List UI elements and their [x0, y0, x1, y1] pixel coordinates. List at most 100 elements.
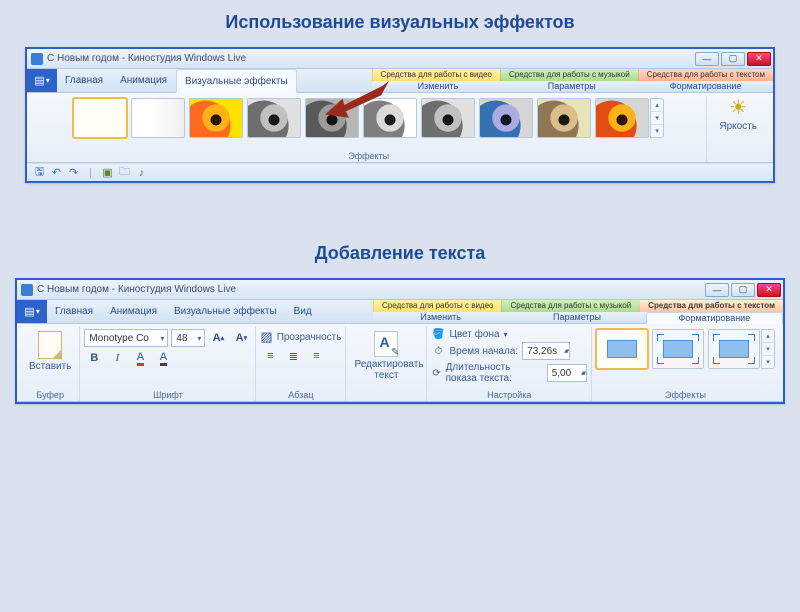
- contextual-header-music: Средства для работы с музыкой: [500, 69, 638, 81]
- effect-thumb-fade-white[interactable]: [131, 98, 185, 138]
- tab-video-edit[interactable]: Изменить: [373, 312, 509, 324]
- paste-label: Вставить: [29, 361, 71, 372]
- qat-folder-icon[interactable]: 🗀: [118, 166, 131, 179]
- app-icon: [21, 284, 33, 296]
- contextual-header-music: Средства для работы с музыкой: [501, 300, 639, 312]
- transparency-icon: ▨: [260, 329, 272, 345]
- quick-access-toolbar: 🖫 ↶ ↷ | ▣ 🗀 ♪: [27, 163, 773, 181]
- close-button[interactable]: ✕: [747, 52, 771, 66]
- outline-color-button[interactable]: A: [153, 349, 173, 367]
- contextual-header-text: Средства для работы с текстом: [639, 300, 783, 312]
- app-icon: [31, 53, 43, 65]
- transparency-button[interactable]: ▨ Прозрачность: [260, 329, 341, 345]
- effect-thumb-warm[interactable]: [595, 98, 649, 138]
- minimize-button[interactable]: —: [695, 52, 719, 66]
- paint-icon: 🪣: [431, 329, 445, 340]
- group-label-font: Шрифт: [80, 390, 255, 400]
- effect-thumb-bw-4[interactable]: [421, 98, 475, 138]
- clock-icon: ⏱: [431, 346, 445, 357]
- tab-text-format[interactable]: Форматирование: [639, 81, 773, 93]
- text-effects-gallery-more[interactable]: ▴▾▾: [761, 329, 775, 369]
- start-time-input[interactable]: 73,26s: [522, 342, 570, 360]
- group-label-settings: Настройка: [427, 390, 591, 400]
- start-time-label: Время начала:: [449, 346, 518, 357]
- qat-note-icon[interactable]: ♪: [135, 166, 148, 179]
- contextual-header-video: Средства для работы с видео: [372, 69, 500, 81]
- qat-save-icon[interactable]: 🖫: [33, 166, 46, 179]
- tab-animation[interactable]: Анимация: [102, 300, 166, 323]
- titlebar: С Новым годом - Киностудия Windows Live …: [17, 280, 783, 300]
- font-size-combo[interactable]: 48: [171, 329, 205, 347]
- file-menu-button[interactable]: ▤: [17, 300, 47, 323]
- text-effect-thumb-3[interactable]: [708, 329, 760, 369]
- align-right-button[interactable]: ≡: [306, 347, 326, 365]
- qat-redo-icon[interactable]: ↷: [67, 166, 80, 179]
- tab-visual-effects[interactable]: Визуальные эффекты: [166, 300, 286, 323]
- paste-button[interactable]: Вставить: [25, 329, 75, 374]
- tab-animation[interactable]: Анимация: [112, 69, 176, 92]
- qat-undo-icon[interactable]: ↶: [50, 166, 63, 179]
- ribbon-tabs: ▤ Главная Анимация Визуальные эффекты Ви…: [17, 300, 783, 324]
- window-title: С Новым годом - Киностудия Windows Live: [47, 53, 246, 64]
- qat-separator: |: [84, 166, 97, 179]
- maximize-button[interactable]: ▢: [731, 283, 755, 297]
- bg-color-label: Цвет фона: [449, 329, 499, 340]
- font-name-combo[interactable]: Monotype Co: [84, 329, 168, 347]
- tab-music-params[interactable]: Параметры: [509, 312, 645, 324]
- contextual-header-text: Средства для работы с текстом: [638, 69, 773, 81]
- tab-home[interactable]: Главная: [47, 300, 102, 323]
- duration-icon: ⟳: [431, 368, 441, 379]
- group-label-effects: Эффекты: [31, 151, 706, 161]
- minimize-button[interactable]: —: [705, 283, 729, 297]
- transparency-label: Прозрачность: [277, 332, 342, 343]
- bg-color-button[interactable]: 🪣 Цвет фона ▾: [431, 329, 507, 340]
- panel-visual-effects: С Новым годом - Киностудия Windows Live …: [25, 47, 775, 183]
- heading-add-text: Добавление текста: [0, 243, 800, 264]
- ribbon-body: ▴▾▾ Эффекты ☀ Яркость: [27, 93, 773, 163]
- maximize-button[interactable]: ▢: [721, 52, 745, 66]
- titlebar: С Новым годом - Киностудия Windows Live …: [27, 49, 773, 69]
- file-menu-button[interactable]: ▤: [27, 69, 57, 92]
- tab-visual-effects[interactable]: Визуальные эффекты: [176, 69, 297, 93]
- contextual-header-video: Средства для работы с видео: [373, 300, 501, 312]
- brightness-button[interactable]: ☀ Яркость: [711, 98, 765, 132]
- group-label-paragraph: Абзац: [256, 390, 345, 400]
- tab-video-edit[interactable]: Изменить: [372, 81, 506, 93]
- grow-font-button[interactable]: A▴: [208, 329, 228, 347]
- duration-input[interactable]: 5,00: [547, 364, 587, 382]
- effect-thumb-none[interactable]: [73, 98, 127, 138]
- text-effect-thumb-1[interactable]: [596, 329, 648, 369]
- bold-button[interactable]: B: [84, 349, 104, 367]
- effect-thumb-bw-1[interactable]: [247, 98, 301, 138]
- brightness-label: Яркость: [719, 121, 757, 132]
- heading-visual-effects: Использование визуальных эффектов: [0, 12, 800, 33]
- ribbon-tabs: ▤ Главная Анимация Визуальные эффекты Ср…: [27, 69, 773, 93]
- window-title: С Новым годом - Киностудия Windows Live: [37, 284, 236, 295]
- shrink-font-button[interactable]: A▾: [231, 329, 251, 347]
- italic-button[interactable]: I: [107, 349, 127, 367]
- group-label-buffer: Буфер: [21, 390, 79, 400]
- edit-text-icon: A ✎: [374, 331, 398, 357]
- tab-home[interactable]: Главная: [57, 69, 112, 92]
- close-button[interactable]: ✕: [757, 283, 781, 297]
- edit-text-label: Редактировать текст: [354, 359, 418, 381]
- tab-text-format[interactable]: Форматирование: [646, 312, 783, 325]
- tab-music-params[interactable]: Параметры: [505, 81, 639, 93]
- font-color-button[interactable]: A: [130, 349, 150, 367]
- effect-thumb-sepia[interactable]: [537, 98, 591, 138]
- ribbon-body: Вставить Буфер Monotype Co 48 A▴ A▾ B I …: [17, 324, 783, 402]
- clipboard-icon: [38, 331, 62, 359]
- edit-text-button[interactable]: A ✎ Редактировать текст: [350, 329, 422, 383]
- qat-picture-icon[interactable]: ▣: [101, 166, 114, 179]
- tab-view[interactable]: Вид: [286, 300, 321, 323]
- effect-thumb-bw-2[interactable]: [305, 98, 359, 138]
- text-effect-thumb-2[interactable]: [652, 329, 704, 369]
- duration-label: Длительность показа текста:: [446, 362, 543, 384]
- effects-gallery-more[interactable]: ▴▾▾: [650, 98, 664, 138]
- panel-text-format: С Новым годом - Киностудия Windows Live …: [15, 278, 785, 404]
- effect-thumb-original[interactable]: [189, 98, 243, 138]
- align-left-button[interactable]: ≡: [260, 347, 280, 365]
- align-center-button[interactable]: ≣: [283, 347, 303, 365]
- effect-thumb-bw-3[interactable]: [363, 98, 417, 138]
- effect-thumb-blue-tone[interactable]: [479, 98, 533, 138]
